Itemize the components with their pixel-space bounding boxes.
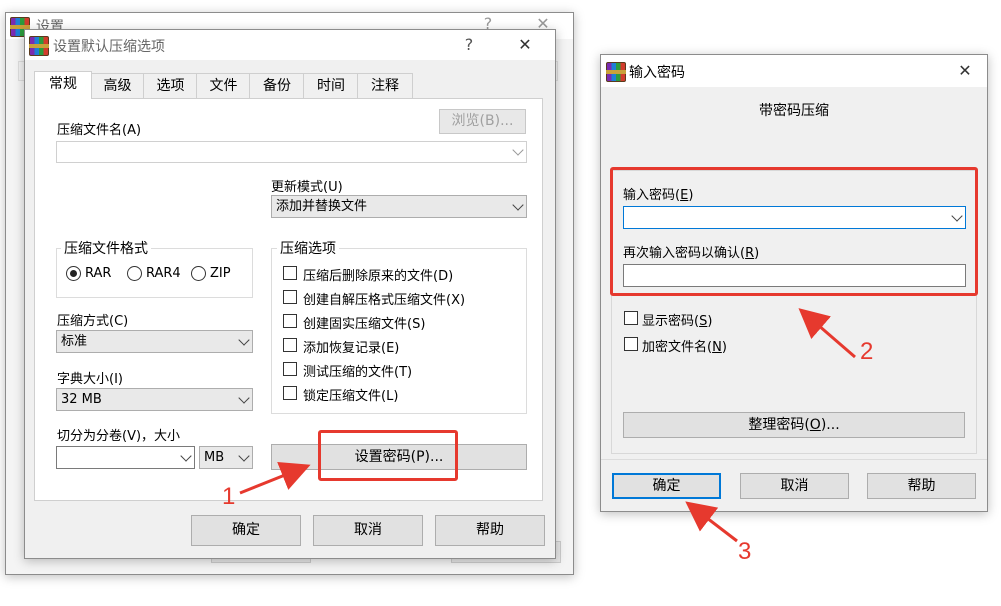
step-1-label: 1	[222, 483, 236, 510]
step-2-label: 2	[860, 338, 874, 365]
step-3-label: 3	[738, 538, 752, 565]
arrow-to-ok-button	[685, 501, 738, 543]
arrow-to-set-password	[239, 461, 311, 495]
arrow-to-password-fields	[798, 308, 856, 359]
annotation-arrows	[239, 308, 856, 543]
tab-general[interactable]: 常规	[34, 71, 92, 99]
